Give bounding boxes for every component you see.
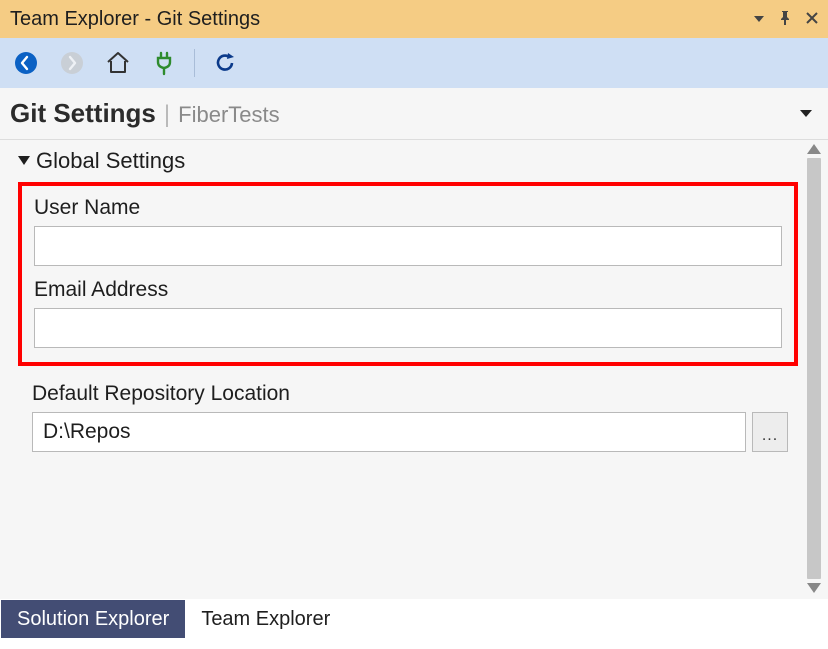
back-button[interactable] [10, 47, 42, 79]
highlighted-user-fields: User Name Email Address [18, 182, 798, 366]
collapse-triangle-icon [18, 156, 30, 165]
refresh-button[interactable] [209, 47, 241, 79]
close-icon[interactable] [804, 10, 820, 29]
tab-solution-explorer[interactable]: Solution Explorer [1, 600, 185, 638]
window-menu-dropdown-icon[interactable] [752, 11, 766, 27]
breadcrumb: Git Settings | FiberTests [10, 98, 280, 129]
repo-location-input[interactable] [32, 412, 746, 452]
toolbar-divider [194, 49, 195, 77]
breadcrumb-separator: | [164, 101, 170, 129]
repo-location-section: Default Repository Location ... [18, 372, 800, 452]
project-name: FiberTests [178, 102, 279, 128]
bottom-tab-bar: Solution Explorer Team Explorer [1, 600, 346, 638]
email-address-label: Email Address [34, 278, 782, 302]
page-subheader: Git Settings | FiberTests [0, 88, 828, 140]
home-button[interactable] [102, 47, 134, 79]
navigation-toolbar [0, 38, 828, 88]
vertical-scrollbar[interactable] [802, 144, 826, 593]
user-name-label: User Name [34, 196, 782, 220]
browse-button[interactable]: ... [752, 412, 788, 452]
email-address-input[interactable] [34, 308, 782, 348]
scroll-down-icon[interactable] [807, 583, 821, 593]
plug-icon[interactable] [148, 47, 180, 79]
tab-team-explorer[interactable]: Team Explorer [185, 600, 346, 638]
window-controls [752, 9, 820, 30]
forward-button[interactable] [56, 47, 88, 79]
pin-icon[interactable] [776, 9, 794, 30]
content-panel: Global Settings User Name Email Address … [0, 140, 828, 599]
repo-location-label: Default Repository Location [32, 382, 788, 406]
section-global-settings[interactable]: Global Settings [18, 148, 800, 174]
scroll-thumb[interactable] [807, 158, 821, 579]
user-name-input[interactable] [34, 226, 782, 266]
section-title: Global Settings [36, 148, 185, 174]
scroll-up-icon[interactable] [807, 144, 821, 154]
page-title: Git Settings [10, 98, 156, 129]
repo-location-row: ... [32, 412, 788, 452]
window-title: Team Explorer - Git Settings [10, 8, 260, 31]
page-menu-dropdown-icon[interactable] [798, 106, 814, 122]
window-titlebar: Team Explorer - Git Settings [0, 0, 828, 38]
